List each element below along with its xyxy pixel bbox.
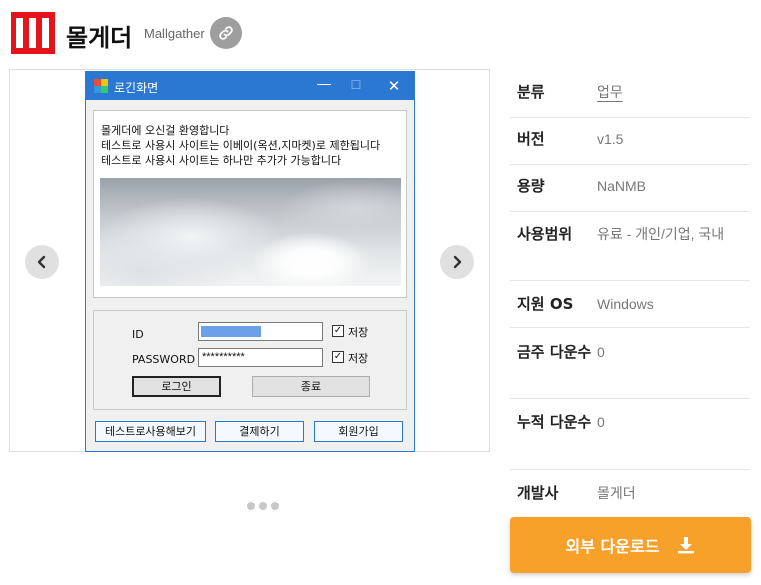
gallery-pagination [247, 502, 287, 510]
window-title: 로긴화면 [114, 81, 159, 95]
info-row-total-downloads: 누적 다운수 0 [510, 399, 750, 470]
notice-text: 테스트로 사용시 사이트는 하나만 추가가 가능합니다 [101, 154, 342, 167]
password-field: ********** [198, 348, 323, 367]
info-value: 유료 - 개인/기업, 국내 [597, 226, 725, 242]
welcome-panel: 몰게더에 오신걸 환영합니다 테스트로 사용시 사이트는 이베이(옥션,지마켓)… [93, 110, 407, 298]
test-use-button: 테스트로사용해보기 [95, 421, 206, 442]
save-password-label: 저장 [348, 352, 369, 365]
info-row-supported-os: 지원 OS Windows [510, 281, 750, 328]
welcome-text: 몰게더에 오신걸 환영합니다 [101, 124, 230, 137]
gallery-screenshot-image: 로긴화면 — ☐ ✕ 몰게더에 오신걸 환영합니다 테스트로 사용시 사이트는 … [85, 71, 415, 452]
exit-button: 종료 [252, 376, 370, 397]
pagination-dot[interactable] [259, 502, 267, 510]
save-id-checkbox: ✓ [332, 325, 344, 337]
info-row-usage-scope: 사용범위 유료 - 개인/기업, 국내 [510, 212, 750, 281]
info-row-category: 분류 업무 [510, 70, 750, 118]
download-label: 외부 다운로드 [565, 537, 660, 556]
info-value: NaNMB [597, 178, 647, 194]
info-row-size: 용량 NaNMB [510, 165, 750, 212]
id-field [198, 322, 323, 341]
info-label: 버전 [517, 130, 545, 148]
id-label: ID [132, 328, 144, 341]
gallery-next-button[interactable] [440, 245, 474, 279]
info-label: 지원 OS [517, 295, 574, 313]
close-icon: ✕ [387, 78, 401, 95]
notice-text: 테스트로 사용시 사이트는 이베이(옥션,지마켓)로 제한됩니다 [101, 139, 381, 152]
info-value: 0 [597, 344, 605, 360]
app-title: 몰게더 [66, 24, 133, 52]
signup-button: 회원가입 [314, 421, 403, 442]
app-logo-icon [11, 12, 55, 54]
login-panel: ID ✓ 저장 PASSWORD ********** ✓ 저장 로그인 종료 [93, 310, 407, 410]
save-id-label: 저장 [348, 326, 369, 339]
chevron-left-icon [37, 255, 46, 269]
info-value: 0 [597, 414, 605, 430]
category-link[interactable]: 업무 [597, 80, 747, 104]
sky-banner-image [100, 178, 401, 286]
info-label: 용량 [517, 177, 545, 195]
payment-button: 결제하기 [215, 421, 304, 442]
info-row-version: 버전 v1.5 [510, 118, 750, 165]
info-label: 누적 다운수 [517, 413, 592, 431]
window-app-icon [94, 79, 108, 93]
gallery-prev-button[interactable] [25, 245, 59, 279]
info-label: 분류 [517, 83, 545, 101]
info-label: 사용범위 [517, 225, 573, 243]
save-password-checkbox: ✓ [332, 351, 344, 363]
info-row-weekly-downloads: 금주 다운수 0 [510, 328, 750, 399]
pagination-dot[interactable] [271, 502, 279, 510]
download-icon [678, 537, 695, 554]
info-label: 개발사 [517, 484, 559, 502]
chevron-right-icon [453, 255, 462, 269]
minimize-icon: — [317, 75, 331, 91]
info-value: v1.5 [597, 131, 624, 147]
link-icon [219, 26, 233, 40]
info-value: 몰게더 [597, 485, 636, 501]
window-titlebar: 로긴화면 — ☐ ✕ [86, 72, 414, 100]
pagination-dot[interactable] [247, 502, 255, 510]
id-selection [201, 326, 261, 337]
maximize-icon: ☐ [350, 78, 362, 92]
screenshot-gallery: 로긴화면 — ☐ ✕ 몰게더에 오신걸 환영합니다 테스트로 사용시 사이트는 … [9, 69, 490, 510]
info-label: 금주 다운수 [517, 343, 592, 361]
login-button: 로그인 [132, 376, 221, 397]
info-row-developer: 개발사 몰게더 [510, 470, 750, 510]
password-label: PASSWORD [132, 353, 196, 366]
external-download-button[interactable]: 외부 다운로드 [510, 517, 751, 573]
info-value: Windows [597, 296, 654, 312]
share-link-button[interactable] [210, 17, 242, 49]
developer-name[interactable]: Mallgather [144, 26, 205, 41]
